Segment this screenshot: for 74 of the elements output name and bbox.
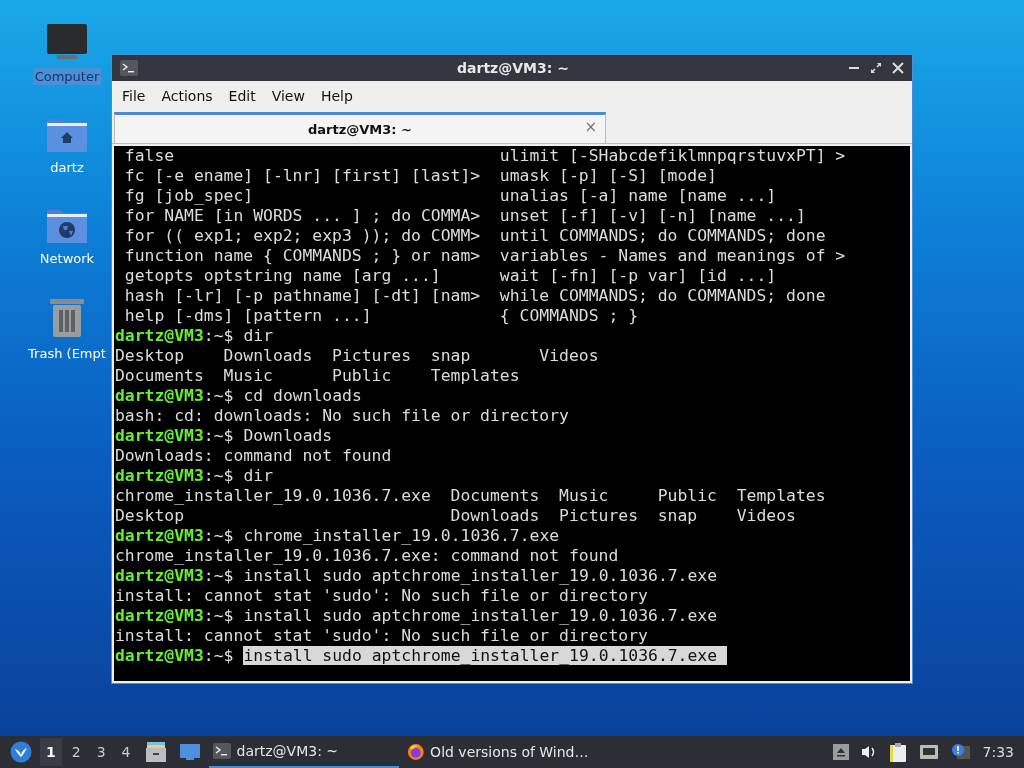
terminal-output-line: for (( exp1; exp2; exp3 )); do COMM> until COMMANDS; do COMMANDS; done xyxy=(123,226,827,246)
workspace-button[interactable]: 1 xyxy=(40,738,62,766)
terminal-output-line: bash: cd: downloads: No such file or directory xyxy=(115,406,570,426)
prompt-user: dartz@VM3 xyxy=(115,566,204,585)
prompt-path: :~$ xyxy=(203,386,234,405)
terminal-command: install sudo aptchrome_installer_19.0.1036.7.exe xyxy=(243,646,727,665)
prompt-path: :~$ xyxy=(203,426,234,445)
terminal-output-line: install: cannot stat 'sudo': No such file or directory xyxy=(115,586,649,606)
prompt-user: dartz@VM3 xyxy=(115,646,204,665)
file-cabinet-icon[interactable] xyxy=(144,742,167,762)
prompt-user: dartz@VM3 xyxy=(115,386,204,405)
volume-icon[interactable] xyxy=(860,744,877,760)
terminal-output-line: Downloads: command not found xyxy=(115,446,393,466)
prompt-user: dartz@VM3 xyxy=(115,606,204,625)
desktop-icon-label[interactable]: dartz xyxy=(48,159,86,176)
desktop-icon-label[interactable]: Trash (Empt xyxy=(26,345,108,362)
prompt-path: :~$ xyxy=(203,606,234,625)
menu-item[interactable]: Actions xyxy=(153,88,221,104)
terminal-output-line: hash [-lr] [-p pathname] [-dt] [nam> while COMMANDS; do COMMANDS; done xyxy=(123,286,827,306)
terminal-output-line: fg [job_spec] unalias [-a] name [name ...] xyxy=(123,186,778,206)
terminal-icon xyxy=(120,60,138,76)
prompt-path: :~$ xyxy=(203,566,234,585)
terminal-output-line: chrome_installer_19.0.1036.7.exe: command not found xyxy=(115,546,620,566)
desktop-icon-label[interactable]: Network xyxy=(37,250,97,267)
window-title: dartz@VM3: ~ xyxy=(456,60,570,76)
workspace-button[interactable]: 3 xyxy=(90,738,112,766)
terminal-output-line: Documents Music Public Templates xyxy=(115,366,521,386)
browser-icon xyxy=(406,742,425,762)
menu-item[interactable]: File xyxy=(114,88,154,104)
terminal-command: cd downloads xyxy=(243,386,362,405)
ethernet-icon[interactable] xyxy=(918,744,939,760)
terminal-command: Downloads xyxy=(243,426,333,445)
terminal-output-line: chrome_installer_19.0.1036.7.exe Documents Music Public Templates xyxy=(115,486,827,506)
terminal-output-line: getopts optstring name [arg ...] wait [-fn] [-p var] [id ...] xyxy=(123,266,778,286)
terminal-output-line: help [-dms] [pattern ...] { COMMANDS ; } xyxy=(123,306,639,326)
desktop-icon[interactable] xyxy=(178,743,201,761)
notification-icon[interactable] xyxy=(950,743,971,761)
terminal-command: dir xyxy=(243,326,274,345)
prompt-path: :~$ xyxy=(203,326,234,345)
taskbar-task[interactable]: dartz@VM3: ~ xyxy=(208,736,399,768)
terminal-output-line: Desktop Downloads Pictures snap Videos xyxy=(115,506,797,526)
terminal-output-line: false ulimit [-SHabcdefiklmnpqrstuvxPT] > xyxy=(123,146,847,166)
terminal-output-line: fc [-e ename] [-lnr] [first] [last]> umask [-p] [-S] [mode] xyxy=(123,166,718,186)
terminal-output-line: Desktop Downloads Pictures snap Videos xyxy=(115,346,600,366)
restore-icon[interactable] xyxy=(870,62,882,74)
prompt-user: dartz@VM3 xyxy=(115,526,204,545)
terminal-command: chrome_installer_19.0.1036.7.exe xyxy=(243,526,560,545)
prompt-path: :~$ xyxy=(203,646,234,665)
desktop-icon-label[interactable]: Computer xyxy=(32,68,102,85)
eject-icon[interactable] xyxy=(832,744,849,760)
taskbar-task[interactable]: Old versions of Wind… xyxy=(402,736,593,768)
workspace-button[interactable]: 2 xyxy=(65,738,87,766)
terminal-command: install sudo aptchrome_installer_19.0.1036.7.exe xyxy=(243,606,718,625)
prompt-user: dartz@VM3 xyxy=(115,426,204,445)
workspace-button[interactable]: 4 xyxy=(115,738,137,766)
prompt-user: dartz@VM3 xyxy=(115,466,204,485)
prompt-path: :~$ xyxy=(203,526,234,545)
terminal-output-line: for NAME [in WORDS ... ] ; do COMMA> unset [-f] [-v] [-n] [name ...] xyxy=(123,206,807,226)
clock[interactable]: 7:33 xyxy=(982,744,1014,760)
terminal-tab[interactable]: dartz@VM3: ~ × xyxy=(114,112,606,143)
prompt-user: dartz@VM3 xyxy=(115,326,204,345)
prompt-path: :~$ xyxy=(203,466,234,485)
terminal-output-line: function name { COMMANDS ; } or nam> variables - Names and meanings of > xyxy=(123,246,847,266)
close-icon[interactable] xyxy=(892,62,904,74)
menu-item[interactable]: Edit xyxy=(220,88,264,104)
tab-close-button[interactable]: × xyxy=(584,118,597,136)
menu-item[interactable]: Help xyxy=(312,88,361,104)
clipboard-icon[interactable] xyxy=(888,742,907,762)
monitor-icon[interactable] xyxy=(45,22,89,62)
terminal-output-line: install: cannot stat 'sudo': No such file or directory xyxy=(115,626,649,646)
terminal-icon xyxy=(212,743,231,759)
menu-item[interactable]: View xyxy=(263,88,313,104)
terminal-command: dir xyxy=(243,466,274,485)
terminal-command: install sudo aptchrome_installer_19.0.1036.7.exe xyxy=(243,566,718,585)
